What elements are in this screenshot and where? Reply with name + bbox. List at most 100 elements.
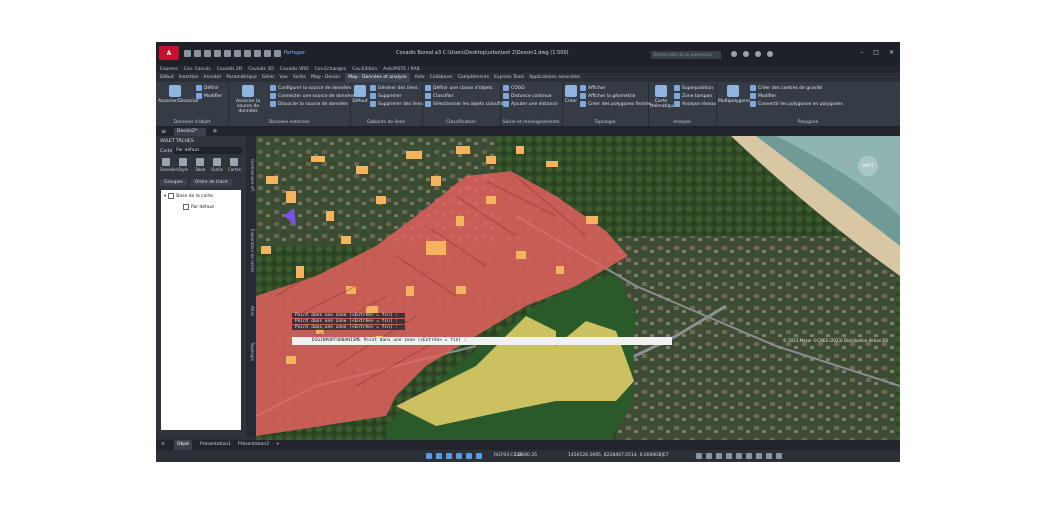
hardware-icon[interactable] [756,453,762,459]
map-scale[interactable]: 1:2280.35 [514,453,537,458]
dissociate-source-button[interactable]: Dissocier la source de données [270,101,348,107]
otrack-icon[interactable] [476,453,482,459]
tree-node-root[interactable]: ▾ Base de la carte [164,193,213,199]
style-tool[interactable]: Style [177,158,189,172]
vtab-display-manager[interactable]: Gestionnaire aff. [247,146,255,206]
modify-polygon-button[interactable]: Modifier [750,93,776,99]
tab[interactable]: Sortie [293,73,306,82]
lineweight-icon[interactable] [696,453,702,459]
associate-button[interactable]: Associer/Dissocier [158,85,199,104]
overlay-button[interactable]: Superposition [674,85,713,91]
save-as-icon[interactable] [214,50,221,57]
classify-button[interactable]: Classifier [425,93,454,99]
viewcube-compass[interactable]: HAUT [858,156,878,176]
selection-cycle-icon[interactable] [716,453,722,459]
expand-icon[interactable]: ▾ [164,194,166,199]
define-class-button[interactable]: Définir une classe d'objets [425,85,493,91]
layout-tab-1[interactable]: Présentation1 [200,440,231,450]
tab[interactable]: Vue [279,73,287,82]
cart-icon[interactable] [755,51,761,57]
create-centroids-button[interactable]: Créer des centres de gravité [750,85,822,91]
buffer-button[interactable]: Zone tampon [674,93,712,99]
app-logo[interactable]: A [159,46,179,60]
transparency-icon[interactable] [706,453,712,459]
add-distance-button[interactable]: Ajouter une distance [503,101,558,107]
generate-links-button[interactable]: Générer des liens [370,85,418,91]
ortho-icon[interactable] [446,453,452,459]
configure-source-button[interactable]: Configurer la source de données [270,85,351,91]
delete-links-button[interactable]: Supprimer des liens [370,101,423,107]
undo-icon[interactable] [244,50,251,57]
dropdown-icon[interactable] [274,50,281,57]
groups-button[interactable]: Groupes [160,179,187,186]
create-button[interactable]: Créer [564,85,578,104]
vtab-atlas[interactable]: Atlas [247,296,255,326]
clean-screen-icon[interactable] [766,453,772,459]
tab[interactable]: Collaborer [430,73,453,82]
print-icon[interactable] [234,50,241,57]
associate-source-button[interactable]: Associer la source de données [230,85,266,114]
tab[interactable]: Express Tools [494,73,524,82]
grid-icon[interactable] [426,453,432,459]
save-icon[interactable] [204,50,211,57]
open-file-icon[interactable] [194,50,201,57]
customize-icon[interactable] [776,453,782,459]
space-mode[interactable]: OBJET [655,453,669,458]
cloud-icon[interactable] [224,50,231,57]
continuous-distance-button[interactable]: Distance continue [503,93,552,99]
show-button[interactable]: Afficher [580,85,605,91]
share-button[interactable]: Partager [284,50,305,56]
isolate-icon[interactable] [746,453,752,459]
create-closed-polygons-button[interactable]: Créer des polygones fermés [580,101,651,107]
maximize-icon[interactable]: □ [873,49,879,56]
minimize-icon[interactable]: – [860,49,863,56]
table-tool[interactable]: Table [194,158,206,172]
multipolygon-button[interactable]: Multipolygone [718,85,750,104]
snap-icon[interactable] [436,453,442,459]
polar-icon[interactable] [456,453,462,459]
workspace-icon[interactable] [264,50,271,57]
thematic-map-button[interactable]: Carte thématique [650,85,676,109]
connect-source-button[interactable]: Connecter une source de données [270,93,355,99]
convert-polygons-button[interactable]: Convertir les polygones en polygones [750,101,843,107]
help-icon[interactable] [767,51,773,57]
command-line-input[interactable]: DIGINPORTURBANISME Point dans une zone (… [292,337,672,345]
tools-tool[interactable]: Outils [211,158,223,172]
search-input[interactable]: Entrez mot-clé ou expression [651,51,721,59]
vtab-topology[interactable]: Topologie [247,331,255,371]
search-icon[interactable] [731,51,737,57]
tab[interactable]: Paramétrique [226,73,256,82]
modify-button[interactable]: Modifier [196,93,222,99]
redo-icon[interactable] [254,50,261,57]
workspace-icon[interactable] [736,453,742,459]
tab[interactable]: Annoter [203,73,221,82]
delete-button[interactable]: Supprimer [370,93,402,99]
user-icon[interactable] [743,51,749,57]
new-tab-icon[interactable]: + [212,127,218,135]
layout-tab-2[interactable]: Présentation2 [238,440,269,450]
map-canvas[interactable]: HAUT [256,136,900,446]
draw-order-button[interactable]: Ordre de tracé [190,179,232,186]
new-file-icon[interactable] [184,50,191,57]
close-icon[interactable]: ✕ [889,49,894,56]
carte-select[interactable]: Par défaut [174,147,242,154]
tab[interactable]: Applications associées [529,73,580,82]
tree-node-child[interactable]: Par défaut [183,204,214,210]
show-geometry-button[interactable]: Afficher la géométrie [580,93,635,99]
tab[interactable]: Insertion [179,73,199,82]
checkbox[interactable] [183,204,189,210]
maps-tool[interactable]: Cartes [228,158,241,172]
cogo-button[interactable]: COGO [503,85,525,91]
vtab-map-explorer[interactable]: Explorateur de cartes [247,216,255,286]
menu-icon[interactable]: ≡ [161,128,166,135]
data-tool[interactable]: Données [160,158,178,172]
tab[interactable]: Compléments [458,73,489,82]
osnap-icon[interactable] [466,453,472,459]
document-tab[interactable]: Dessin2* [174,128,206,136]
tab-active[interactable]: Map - Données et analyse [345,73,410,82]
network-analysis-button[interactable]: Analyse réseau [674,101,716,107]
annotation-icon[interactable] [726,453,732,459]
define-button[interactable]: Définir [196,85,219,91]
tab[interactable]: Aide [415,73,425,82]
checkbox[interactable] [168,193,175,199]
